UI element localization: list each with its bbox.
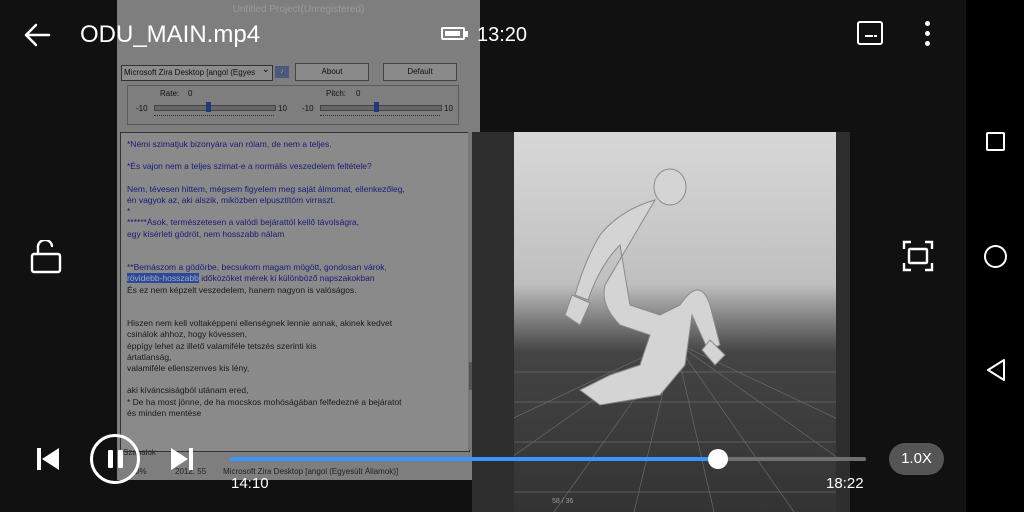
battery-icon [441,27,468,40]
script-line: és minden mentése [127,407,202,418]
rate-thumb [206,102,211,112]
pitch-value: 0 [356,89,361,98]
rate-pitch-group: Rate: 0 -10 10 Pitch: 0 -10 10 [127,85,459,125]
arrow-left-icon[interactable] [22,20,54,50]
script-line: Hiszen nem kell voltaképpeni ellenségnek… [127,318,393,329]
video-frame[interactable]: Untitled Project(Unregistered) Microsoft… [0,0,966,512]
subtitles-icon[interactable] [857,21,883,45]
script-line: És ez nem képzelt veszedelem, hanem nagy… [127,284,357,295]
3d-character-figure [564,168,726,406]
pause-icon[interactable] [90,434,140,484]
skip-previous-icon[interactable] [36,447,60,471]
seek-bar[interactable] [230,449,866,469]
rate-slider [154,105,276,111]
system-navigation-bar [966,0,1024,512]
script-line: * De ha most jönne, de ha mocskos mohósá… [127,396,402,407]
script-line: rövidebb-hosszabb időközöket mérek ki kü… [127,273,375,284]
seek-bar-progress [230,457,718,461]
script-text-area: *Némi szimatjuk bizonyára van rólam, de … [120,132,470,452]
script-line: ártatlanság, [127,351,172,362]
video-file-title: ODU_MAIN.mp4 [80,21,261,48]
seek-bar-handle[interactable] [707,449,728,469]
screen-fit-icon[interactable] [900,238,936,274]
playback-speed-button[interactable]: 1.0X [889,443,944,475]
viewport-right-panel [836,132,850,512]
pitch-label: Pitch: [326,89,347,98]
recorded-app-window: Untitled Project(Unregistered) Microsoft… [117,0,480,480]
script-line: csinálok ahhoz, hogy kövessen, [127,329,248,340]
script-line: *Némi szimatjuk bizonyára van rólam, de … [127,139,332,149]
rate-value: 0 [188,89,193,98]
viewport-left-panel [472,132,514,512]
status-clock: 13:20 [477,24,528,46]
script-line: valamiféle ellenszenves kis lény, [127,363,250,373]
pitch-slider [320,105,442,111]
rate-label: Rate: [160,89,180,98]
skip-next-icon[interactable] [170,447,194,471]
highlighted-word: rövidebb-hosszabb [127,273,199,284]
script-line: ******Ások, természetesen a valódi bejár… [127,217,359,228]
script-line: én vagyok az, aki alszik, miközben elpus… [127,195,336,205]
nav-back-triangle-icon[interactable] [985,358,1007,382]
player-top-bar: ODU_MAIN.mp4 13:20 [0,0,966,70]
pitch-max: 10 [444,104,453,113]
rate-min: -10 [136,104,148,113]
script-line: egy kísérleti gödröt, nem hosszabb nálam [127,228,285,239]
total-time: 18:22 [826,475,864,492]
rate-ticks [154,112,274,116]
home-circle-icon[interactable] [984,245,1007,268]
pitch-thumb [374,102,379,112]
script-line: *És vajon nem a teljes szimat-e a normál… [127,161,372,172]
rate-max: 10 [278,104,287,113]
recents-square-icon[interactable] [986,132,1005,151]
unlock-icon[interactable] [28,238,64,274]
script-line: aki kíváncsiságból utánam ered, [127,385,249,396]
viewport-frame-counter: 58 / 36 [552,498,574,505]
pitch-min: -10 [302,104,314,113]
voice-settings-panel: Microsoft Zira Desktop [angol (Egyes ♪ A… [117,60,480,130]
script-line: Nem, tévesen hittem, mégsem figyelem meg… [127,183,405,194]
pitch-ticks [320,112,440,116]
script-line: * [127,206,131,217]
more-vertical-icon[interactable] [918,19,938,49]
current-time: 14:10 [231,475,269,492]
script-line: **Bemászom a gödörbe, becsukom magam mög… [127,262,387,273]
script-line: éppígy lehet az illető valamiféle tetszé… [127,340,317,351]
